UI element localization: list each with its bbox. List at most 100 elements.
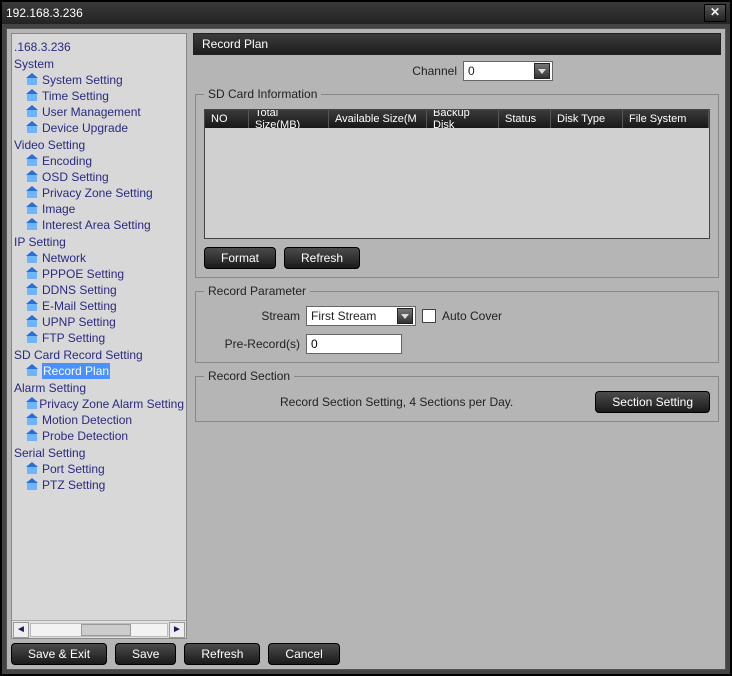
tree-item-label: Motion Detection — [42, 412, 132, 428]
sidebar-scrollbar[interactable]: ◄ ► — [12, 620, 186, 638]
scroll-left-icon[interactable]: ◄ — [13, 622, 29, 638]
scroll-thumb[interactable] — [81, 624, 131, 636]
tree-item[interactable]: User Management — [14, 104, 184, 120]
titlebar: 192.168.3.236 ✕ — [2, 2, 730, 24]
scroll-right-icon[interactable]: ► — [169, 622, 185, 638]
cancel-button[interactable]: Cancel — [268, 643, 339, 665]
house-icon — [26, 107, 38, 117]
tree-item[interactable]: Network — [14, 250, 184, 266]
col-no: NO — [205, 110, 249, 128]
prerecord-label: Pre-Record(s) — [204, 337, 300, 351]
tree-item-label: Privacy Zone Setting — [42, 185, 153, 201]
tree-item-label: UPNP Setting — [42, 314, 116, 330]
tree-item-label: Privacy Zone Alarm Setting — [39, 396, 184, 412]
sd-card-legend: SD Card Information — [204, 87, 321, 101]
tree-item-label: E-Mail Setting — [42, 298, 117, 314]
client-area: .168.3.236SystemSystem SettingTime Setti… — [6, 28, 726, 670]
tree-item[interactable]: Time Setting — [14, 88, 184, 104]
house-icon — [26, 366, 38, 376]
channel-select[interactable]: 0 — [463, 61, 553, 81]
stream-label: Stream — [204, 309, 300, 323]
tree-group[interactable]: System — [14, 56, 184, 72]
tree-item-label: Image — [42, 201, 75, 217]
house-icon — [26, 91, 38, 101]
tree-item[interactable]: E-Mail Setting — [14, 298, 184, 314]
config-window: 192.168.3.236 ✕ .168.3.236SystemSystem S… — [0, 0, 732, 676]
tree-item[interactable]: Image — [14, 201, 184, 217]
tree-item-label: OSD Setting — [42, 169, 109, 185]
tree-item[interactable]: Encoding — [14, 153, 184, 169]
tree-item[interactable]: Record Plan — [14, 363, 184, 379]
tree-group[interactable]: Alarm Setting — [14, 380, 184, 396]
tree-item[interactable]: Port Setting — [14, 461, 184, 477]
tree-item-label: Record Plan — [42, 363, 110, 379]
prerecord-input[interactable] — [306, 334, 402, 354]
record-section-fieldset: Record Section Record Section Setting, 4… — [195, 369, 719, 422]
tree-item[interactable]: Privacy Zone Setting — [14, 185, 184, 201]
format-button[interactable]: Format — [204, 247, 276, 269]
tree-group[interactable]: Video Setting — [14, 137, 184, 153]
section-setting-button[interactable]: Section Setting — [595, 391, 710, 413]
sd-table: NO Total Size(MB) Available Size(M Backu… — [204, 109, 710, 239]
house-icon — [26, 431, 38, 441]
tree-item[interactable]: Motion Detection — [14, 412, 184, 428]
stream-value: First Stream — [311, 309, 376, 323]
tree-group[interactable]: SD Card Record Setting — [14, 347, 184, 363]
chevron-down-icon — [397, 308, 413, 324]
chevron-down-icon — [534, 63, 550, 79]
tree-item[interactable]: Probe Detection — [14, 428, 184, 444]
window-title: 192.168.3.236 — [6, 6, 83, 20]
stream-select[interactable]: First Stream — [306, 306, 416, 326]
col-fs: File System — [623, 110, 709, 128]
tree-item-label: User Management — [42, 104, 141, 120]
tree-item-label: Encoding — [42, 153, 92, 169]
tree-item-label: Time Setting — [42, 88, 109, 104]
tree-root[interactable]: .168.3.236 — [14, 39, 184, 55]
house-icon — [26, 399, 35, 409]
tree-item-label: Probe Detection — [42, 428, 128, 444]
house-icon — [26, 285, 38, 295]
tree-item[interactable]: Device Upgrade — [14, 120, 184, 136]
house-icon — [26, 156, 38, 166]
refresh-button[interactable]: Refresh — [184, 643, 260, 665]
save-button[interactable]: Save — [115, 643, 176, 665]
tree-item-label: FTP Setting — [42, 330, 105, 346]
house-icon — [26, 317, 38, 327]
house-icon — [26, 333, 38, 343]
tree-item[interactable]: PPPOE Setting — [14, 266, 184, 282]
house-icon — [26, 188, 38, 198]
scroll-track[interactable] — [30, 623, 168, 637]
col-total: Total Size(MB) — [249, 110, 329, 128]
record-param-fieldset: Record Parameter Stream First Stream Aut… — [195, 284, 719, 363]
page-title: Record Plan — [193, 33, 721, 55]
house-icon — [26, 204, 38, 214]
tree-group[interactable]: Serial Setting — [14, 445, 184, 461]
record-param-legend: Record Parameter — [204, 284, 310, 298]
refresh-sd-button[interactable]: Refresh — [284, 247, 360, 269]
house-icon — [26, 464, 38, 474]
nav-tree: .168.3.236SystemSystem SettingTime Setti… — [11, 33, 187, 639]
tree-item[interactable]: PTZ Setting — [14, 477, 184, 493]
tree-item[interactable]: OSD Setting — [14, 169, 184, 185]
close-button[interactable]: ✕ — [704, 4, 726, 22]
auto-cover-checkbox[interactable] — [422, 309, 436, 323]
tree-item[interactable]: System Setting — [14, 72, 184, 88]
tree-item-label: Port Setting — [42, 461, 105, 477]
tree-item[interactable]: UPNP Setting — [14, 314, 184, 330]
tree-item[interactable]: Privacy Zone Alarm Setting — [14, 396, 184, 412]
tree-group[interactable]: IP Setting — [14, 234, 184, 250]
save-exit-button[interactable]: Save & Exit — [11, 643, 107, 665]
tree-item-label: System Setting — [42, 72, 123, 88]
house-icon — [26, 415, 38, 425]
tree-item-label: Device Upgrade — [42, 120, 128, 136]
tree-item[interactable]: DDNS Setting — [14, 282, 184, 298]
col-status: Status — [499, 110, 551, 128]
tree-item-label: PPPOE Setting — [42, 266, 124, 282]
tree-item[interactable]: Interest Area Setting — [14, 217, 184, 233]
tree-item-label: PTZ Setting — [42, 477, 105, 493]
house-icon — [26, 253, 38, 263]
tree-item[interactable]: FTP Setting — [14, 330, 184, 346]
channel-label: Channel — [361, 64, 457, 78]
auto-cover-label: Auto Cover — [442, 309, 502, 323]
house-icon — [26, 220, 38, 230]
